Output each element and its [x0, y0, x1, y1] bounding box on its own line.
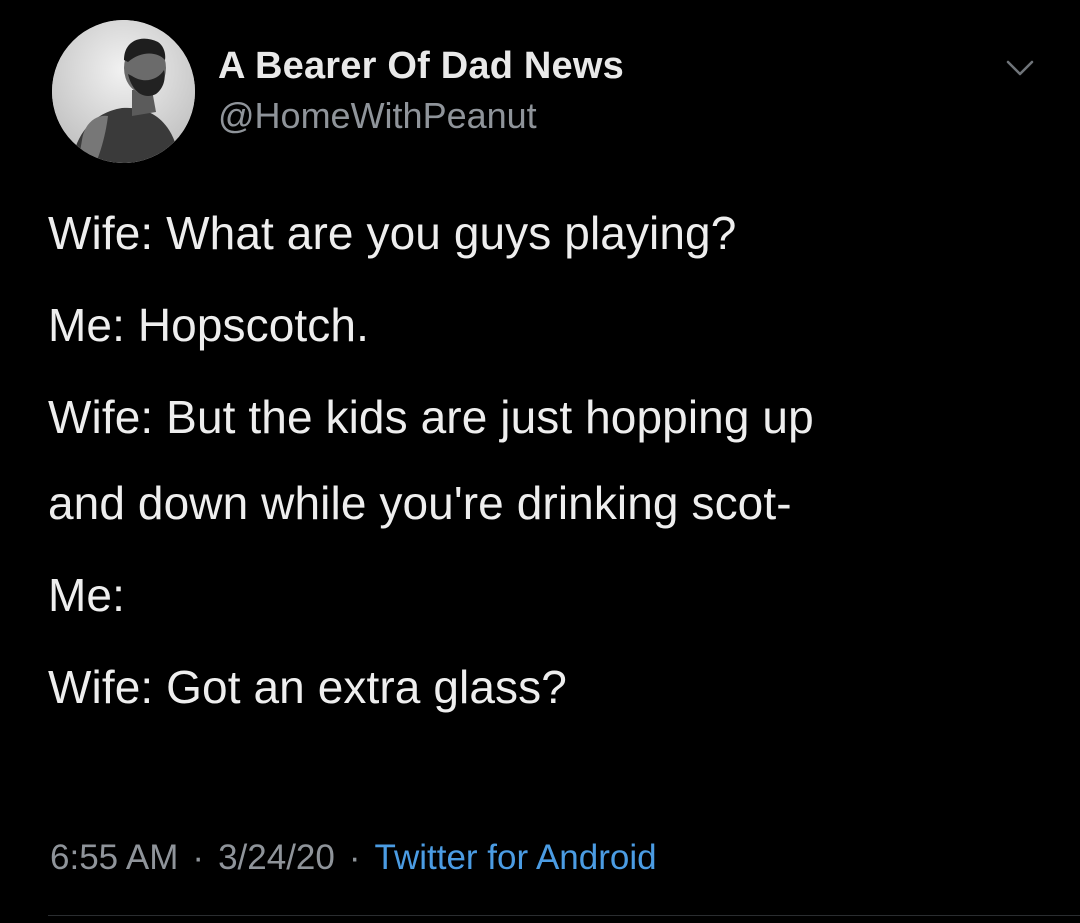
author-handle[interactable]: @HomeWithPeanut — [218, 94, 624, 138]
tweet-text: Wife: What are you guys playing? Me: Hop… — [48, 205, 1048, 715]
tweet-source-link[interactable]: Twitter for Android — [375, 838, 657, 877]
tweet-date[interactable]: 3/24/20 — [218, 838, 335, 877]
tweet-meta: 6:55 AM · 3/24/20 · Twitter for Android — [50, 836, 657, 880]
tweet-line: Wife: What are you guys playing? — [48, 207, 737, 259]
avatar[interactable] — [52, 20, 195, 163]
divider — [48, 915, 1080, 916]
meta-separator: · — [348, 838, 361, 877]
tweet-header: A Bearer Of Dad News @HomeWithPeanut — [52, 20, 1042, 165]
tweet-menu-button[interactable] — [1002, 56, 1038, 80]
tweet: A Bearer Of Dad News @HomeWithPeanut Wif… — [0, 0, 1080, 923]
author-names: A Bearer Of Dad News @HomeWithPeanut — [218, 44, 624, 138]
tweet-line: Wife: Got an extra glass? — [48, 661, 567, 713]
author-display-name[interactable]: A Bearer Of Dad News — [218, 44, 624, 88]
tweet-time[interactable]: 6:55 AM — [50, 838, 178, 877]
profile-photo-icon — [52, 20, 195, 163]
tweet-line: Me: — [48, 569, 125, 621]
chevron-down-icon — [1006, 60, 1034, 76]
tweet-line: and down while you're drinking scot- — [48, 477, 792, 529]
tweet-line: Me: Hopscotch. — [48, 299, 369, 351]
meta-separator: · — [192, 838, 205, 877]
tweet-line: Wife: But the kids are just hopping up — [48, 391, 814, 443]
